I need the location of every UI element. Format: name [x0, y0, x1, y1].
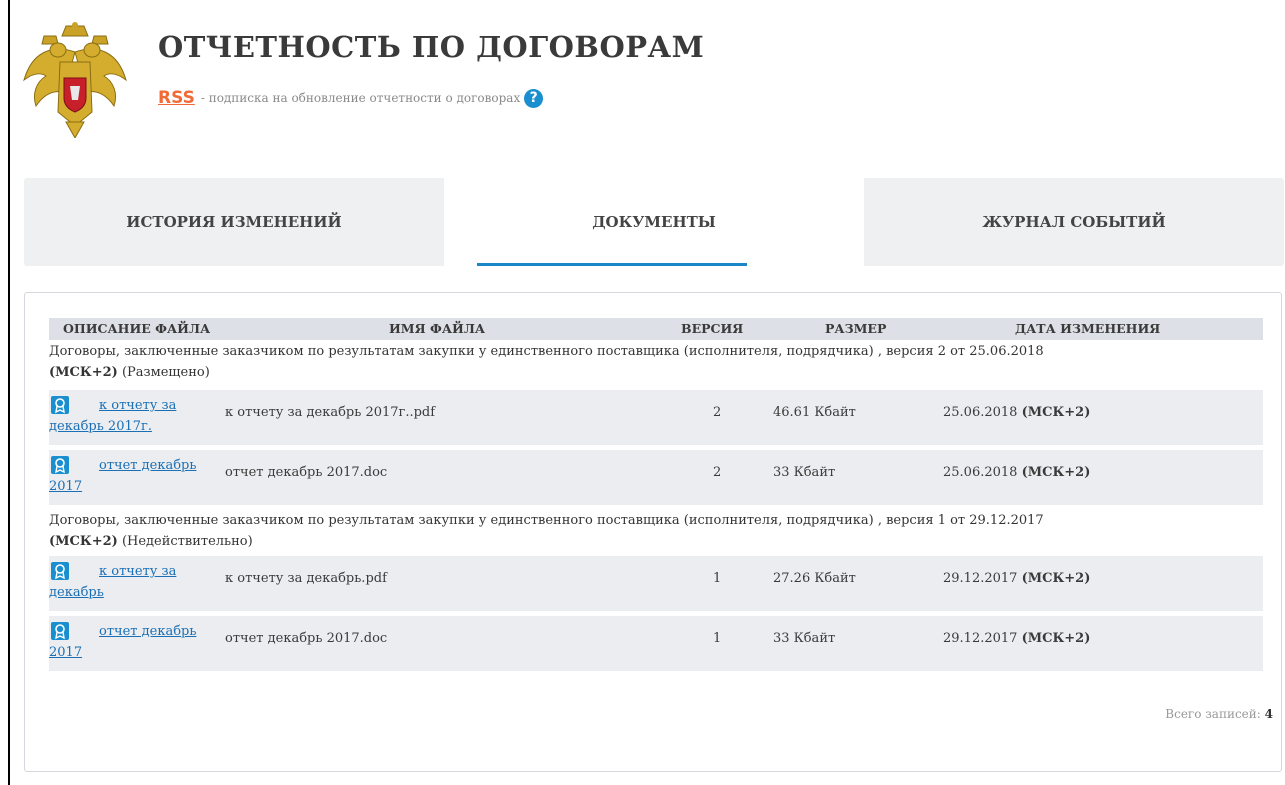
group-timezone: (МСК+2)	[49, 365, 118, 380]
rss-description: - подписка на обновление отчетности о до…	[200, 91, 521, 105]
column-header-filename: ИМЯ ФАЙЛА	[389, 321, 486, 336]
rss-subscription: RSS - подписка на обновление отчетности …	[158, 88, 544, 108]
total-records: Всего записей: 4	[1165, 707, 1273, 721]
column-header-size: РАЗМЕР	[825, 321, 887, 336]
tab-label: ИСТОРИЯ ИЗМЕНЕНИЙ	[126, 213, 342, 231]
rss-link[interactable]: RSS	[158, 88, 195, 108]
active-tab-indicator	[477, 263, 747, 266]
date-timezone: (МСК+2)	[1021, 571, 1091, 586]
column-header-date: ДАТА ИЗМЕНЕНИЯ	[1015, 321, 1161, 336]
tab-label: ЖУРНАЛ СОБЫТИЙ	[982, 213, 1166, 231]
file-name: к отчету за декабрь 2017г..pdf	[225, 405, 436, 420]
file-date: 29.12.2017 (МСК+2)	[943, 571, 1090, 586]
table-row: к отчету за декабрь к отчету за декабрь.…	[49, 556, 1263, 611]
total-value: 4	[1264, 707, 1273, 721]
total-label: Всего записей:	[1165, 707, 1261, 721]
table-header: ОПИСАНИЕ ФАЙЛА ИМЯ ФАЙЛА ВЕРСИЯ РАЗМЕР Д…	[49, 318, 1263, 340]
date-timezone: (МСК+2)	[1021, 631, 1091, 646]
group-timezone: (МСК+2)	[49, 534, 118, 549]
window-frame-edge	[8, 0, 10, 785]
file-date: 25.06.2018 (МСК+2)	[943, 465, 1090, 480]
column-header-version: ВЕРСИЯ	[681, 321, 744, 336]
file-version: 1	[713, 571, 722, 586]
table-row: отчет декабрь 2017 отчет декабрь 2017.do…	[49, 450, 1263, 505]
file-size: 33 Кбайт	[773, 631, 836, 646]
date-value: 25.06.2018	[943, 405, 1018, 420]
group-description: Договоры, заключенные заказчиком по резу…	[49, 513, 1044, 528]
table-row: к отчету за декабрь 2017г. к отчету за д…	[49, 390, 1263, 445]
file-name: отчет декабрь 2017.doc	[225, 465, 388, 480]
tab-bar: ИСТОРИЯ ИЗМЕНЕНИЙ ДОКУМЕНТЫ ЖУРНАЛ СОБЫТ…	[24, 178, 1284, 266]
file-size: 33 Кбайт	[773, 465, 836, 480]
question-circle-icon[interactable]: ?	[524, 88, 544, 108]
date-timezone: (МСК+2)	[1021, 465, 1091, 480]
file-version: 2	[713, 465, 722, 480]
file-date: 29.12.2017 (МСК+2)	[943, 631, 1090, 646]
group-status: (Недействительно)	[121, 534, 253, 549]
tab-documents[interactable]: ДОКУМЕНТЫ	[444, 178, 864, 266]
file-name: отчет декабрь 2017.doc	[225, 631, 388, 646]
group-description: Договоры, заключенные заказчиком по резу…	[49, 344, 1044, 359]
tab-label: ДОКУМЕНТЫ	[592, 213, 716, 231]
file-size: 46.61 Кбайт	[773, 405, 856, 420]
documents-panel: ОПИСАНИЕ ФАЙЛА ИМЯ ФАЙЛА ВЕРСИЯ РАЗМЕР Д…	[24, 292, 1282, 772]
date-value: 29.12.2017	[943, 631, 1018, 646]
file-version: 1	[713, 631, 722, 646]
table-row: отчет декабрь 2017 отчет декабрь 2017.do…	[49, 616, 1263, 671]
file-date: 25.06.2018 (МСК+2)	[943, 405, 1090, 420]
file-description-link[interactable]: к отчету за декабрь	[49, 561, 219, 603]
column-header-description: ОПИСАНИЕ ФАЙЛА	[63, 321, 211, 336]
file-version: 2	[713, 405, 722, 420]
date-value: 25.06.2018	[943, 465, 1018, 480]
group-status: (Размещено)	[121, 365, 210, 380]
tab-event-log[interactable]: ЖУРНАЛ СОБЫТИЙ	[864, 178, 1284, 266]
file-name: к отчету за декабрь.pdf	[225, 571, 387, 586]
date-timezone: (МСК+2)	[1021, 405, 1091, 420]
date-value: 29.12.2017	[943, 571, 1018, 586]
file-description-link[interactable]: отчет декабрь 2017	[49, 621, 219, 663]
file-size: 27.26 Кбайт	[773, 571, 856, 586]
tab-change-history[interactable]: ИСТОРИЯ ИЗМЕНЕНИЙ	[24, 178, 444, 266]
page-title: ОТЧЕТНОСТЬ ПО ДОГОВОРАМ	[158, 30, 705, 64]
file-description-link[interactable]: к отчету за декабрь 2017г.	[49, 395, 219, 437]
file-description-link[interactable]: отчет декабрь 2017	[49, 455, 219, 497]
russian-coat-of-arms-icon	[23, 22, 127, 138]
